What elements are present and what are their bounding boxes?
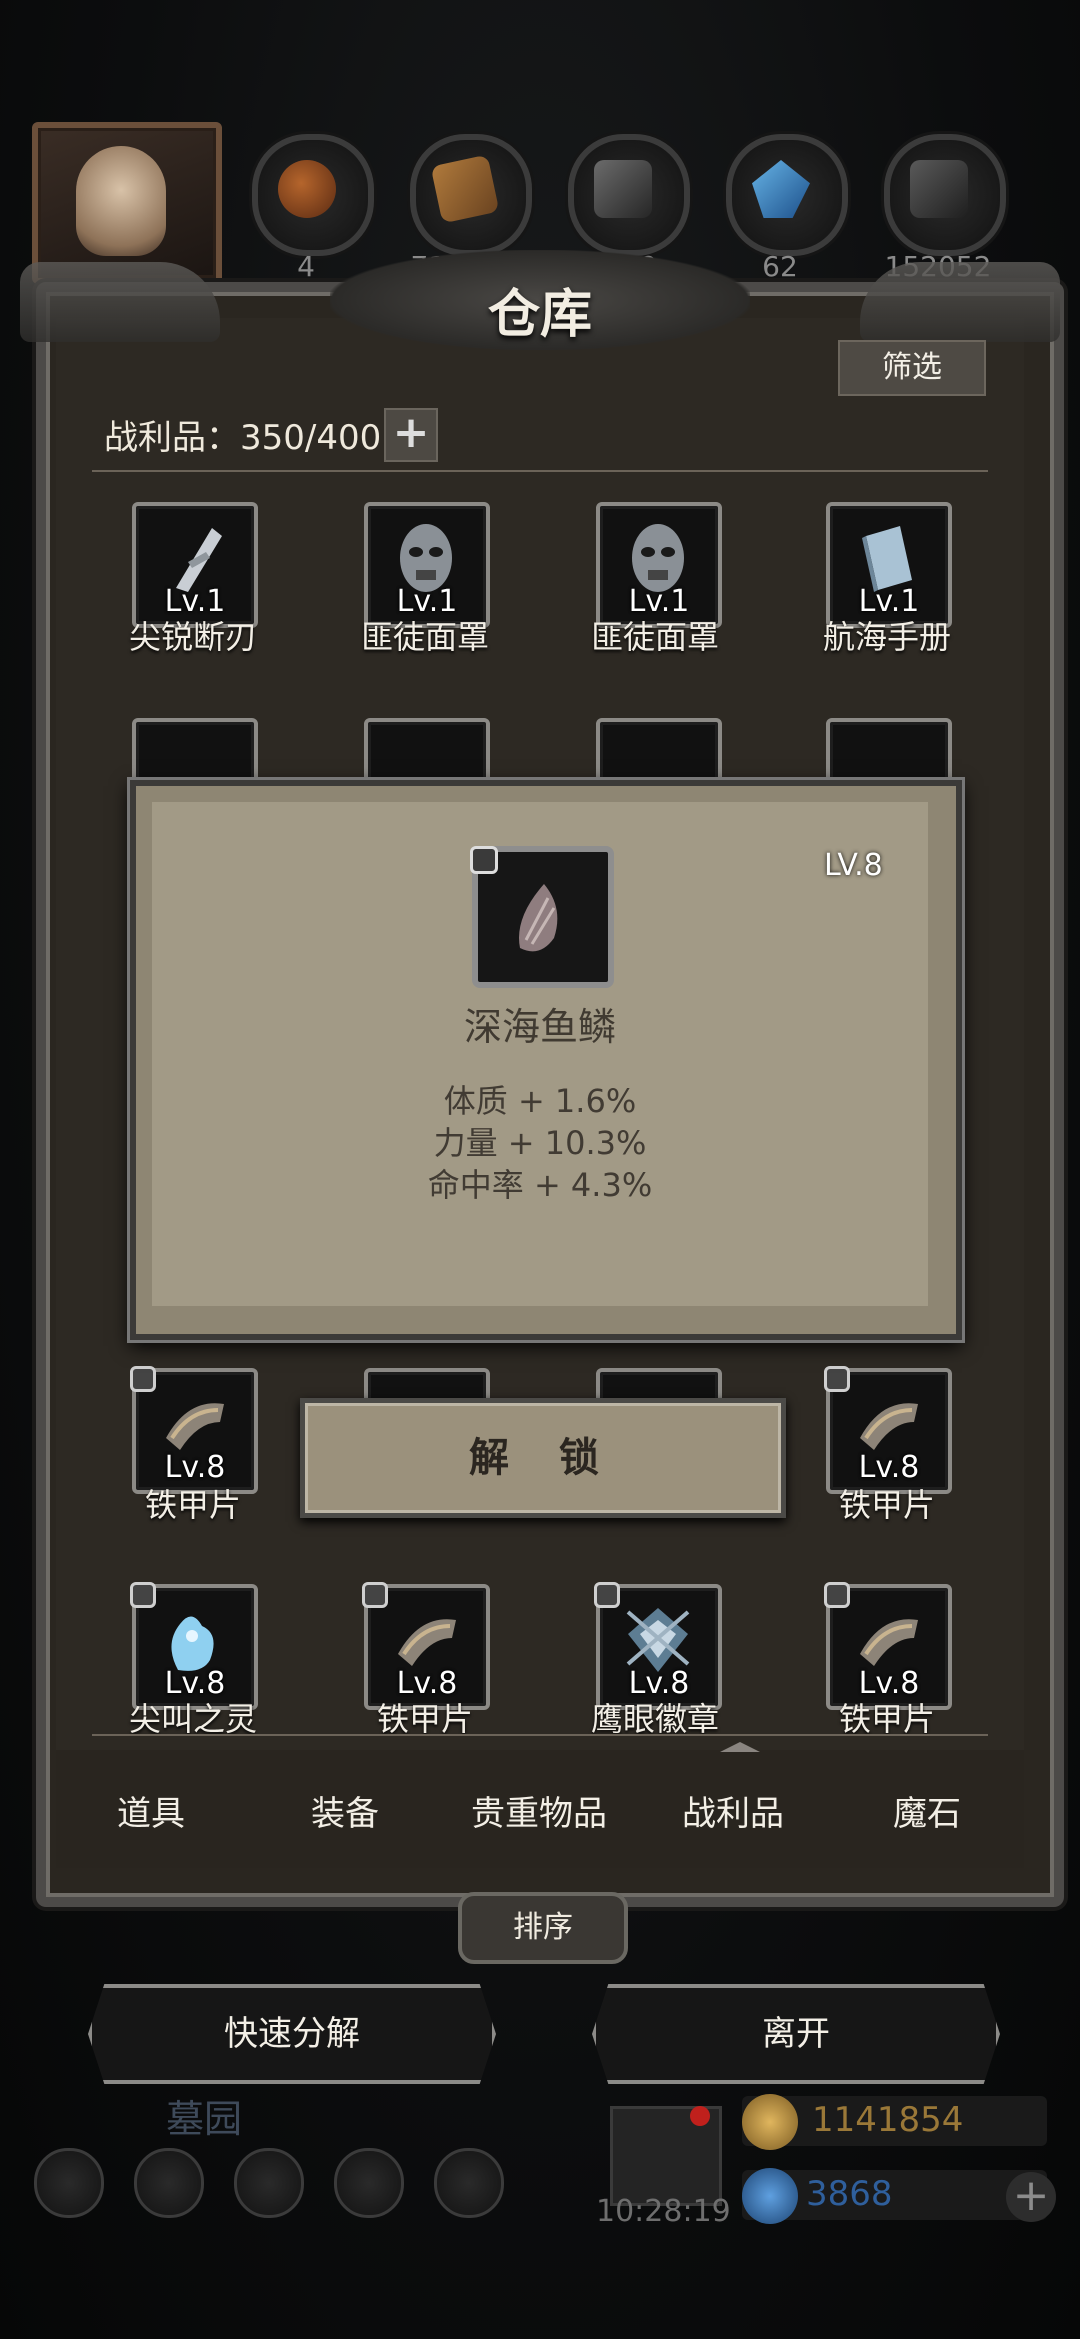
portrait <box>76 146 166 256</box>
tab-props[interactable]: 道具 <box>56 1786 246 1835</box>
gear-icon[interactable] <box>34 2148 104 2218</box>
bottom-divider <box>92 1734 988 1736</box>
leave-button[interactable]: 离开 <box>592 1984 1000 2084</box>
gold-amount: 1141854 <box>812 2100 964 2140</box>
helmet-icon[interactable] <box>434 2148 504 2218</box>
lock-icon <box>362 1582 388 1608</box>
location-label: 墓园 <box>166 2097 243 2141</box>
item-name: 铁甲片 <box>376 1700 473 1734</box>
detail-stat: 力量 + 10.3% <box>433 1124 647 1162</box>
item-name: 鹰眼徽章 <box>590 1700 719 1734</box>
meat-resource[interactable] <box>252 134 374 256</box>
crystal-icon <box>752 160 810 218</box>
sort-button[interactable]: 排序 <box>458 1892 628 1964</box>
wood-resource[interactable] <box>410 134 532 256</box>
tab-magic-stones[interactable]: 魔石 <box>832 1786 1022 1835</box>
item-name: 航海手册 <box>822 618 951 656</box>
detail-stat: 体质 + 1.6% <box>443 1082 637 1120</box>
filter-button[interactable]: 筛选 <box>838 340 986 396</box>
stone-resource[interactable] <box>884 134 1006 256</box>
game-clock: 10:28:19 <box>596 2194 731 2229</box>
item-slot[interactable]: Lv.1 <box>364 502 490 628</box>
quick-decompose-button[interactable]: 快速分解 <box>88 1984 496 2084</box>
lock-icon <box>824 1582 850 1608</box>
lock-icon <box>824 1366 850 1392</box>
loot-count: 战利品：350/400 <box>104 418 382 458</box>
item-name: 铁甲片 <box>838 1700 935 1734</box>
detail-level: LV.8 <box>824 848 883 883</box>
lock-icon <box>594 1582 620 1608</box>
mail-icon[interactable] <box>334 2148 404 2218</box>
unlock-button[interactable]: 解 锁 <box>300 1398 786 1518</box>
detail-item-name: 深海鱼鳞 <box>463 1005 616 1049</box>
item-name: 尖叫之灵 <box>128 1700 257 1734</box>
item-name: 尖锐断刃 <box>128 618 257 656</box>
iron-icon <box>594 160 652 218</box>
ornament-left <box>20 262 220 342</box>
top-divider <box>92 470 988 472</box>
row5-name-clip: 尖叫之灵 铁甲片 鹰眼徽章 铁甲片 <box>56 1694 1024 1734</box>
gem-icon <box>742 2168 798 2224</box>
panel-title: 仓库 <box>487 284 592 345</box>
tab-equipment[interactable]: 装备 <box>250 1786 440 1835</box>
castle-icon[interactable] <box>234 2148 304 2218</box>
shield-icon[interactable] <box>134 2148 204 2218</box>
lock-icon <box>130 1366 156 1392</box>
iron-resource[interactable] <box>568 134 690 256</box>
expand-capacity-button[interactable]: + <box>384 408 438 462</box>
stone-icon <box>910 160 968 218</box>
tab-loot[interactable]: 战利品 <box>638 1786 828 1835</box>
detail-stat: 命中率 + 4.3% <box>427 1166 653 1204</box>
tab-valuables[interactable]: 贵重物品 <box>444 1786 634 1835</box>
gold-coin-icon <box>742 2094 798 2150</box>
lock-icon <box>130 1582 156 1608</box>
notification-dot <box>690 2106 710 2126</box>
item-name: 铁甲片 <box>838 1486 935 1524</box>
wood-icon <box>430 154 500 224</box>
meat-icon <box>278 160 336 218</box>
active-tab-indicator <box>720 1742 760 1752</box>
player-avatar[interactable] <box>32 122 222 284</box>
item-slot[interactable]: Lv.1 <box>596 502 722 628</box>
item-name: 匪徒面罩 <box>590 618 719 656</box>
crystal-resource[interactable] <box>726 134 848 256</box>
item-slot[interactable]: Lv.1 <box>132 502 258 628</box>
gem-amount: 3868 <box>806 2174 893 2214</box>
add-currency-button[interactable]: + <box>1006 2172 1056 2222</box>
ornament-right <box>860 262 1060 342</box>
item-name: 铁甲片 <box>144 1486 241 1524</box>
item-slot[interactable]: Lv.1 <box>826 502 952 628</box>
lock-icon <box>470 846 498 874</box>
item-name: 匪徒面罩 <box>360 618 489 656</box>
